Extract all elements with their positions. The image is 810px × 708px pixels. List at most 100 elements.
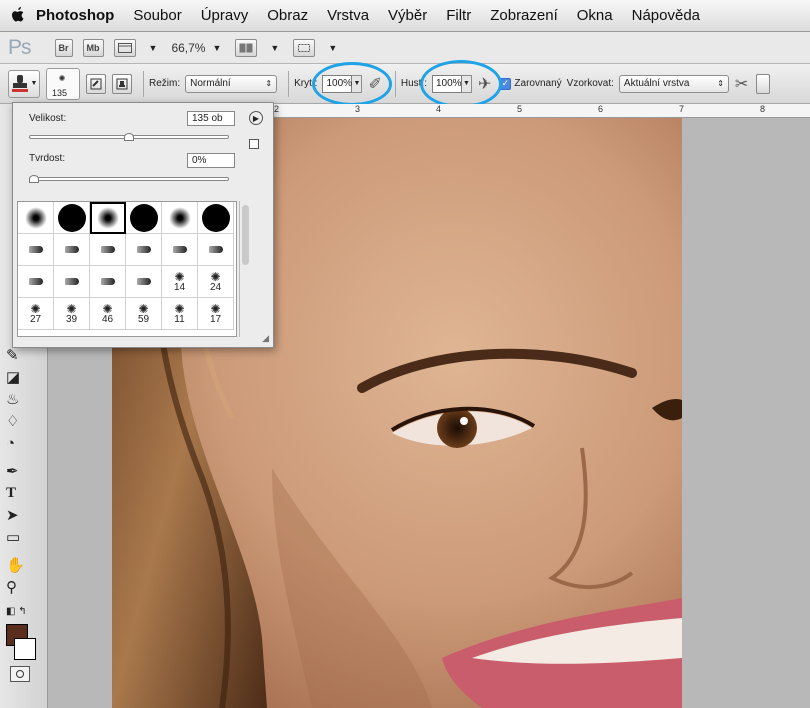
background-color-swatch[interactable] [14,638,36,660]
dodge-tool[interactable]: ◔ [6,432,40,454]
brush-preset-cell[interactable] [90,266,126,298]
bridge-button[interactable]: Br [54,38,73,57]
brush-preset-cell[interactable] [54,202,90,234]
tool-preset-picker[interactable]: ▼ [8,69,40,98]
default-colors-button[interactable]: ◧ ↰ [6,600,40,622]
brush-preset-cell[interactable] [198,202,234,234]
brush-preset-cell[interactable]: ✺ 24 [198,266,234,298]
paint-bucket-tool[interactable]: ♨ [6,388,40,410]
scatter-brush-icon: ✺ [174,301,185,316]
type-tool[interactable]: T [6,482,40,504]
toggle-clone-source-button[interactable] [112,73,132,94]
brush-preset-picker[interactable]: 135 [46,67,80,100]
scatter-brush-icon: ✺ [66,301,77,316]
menu-window[interactable]: Okna [577,7,613,24]
size-field[interactable]: 135 ob [187,111,235,126]
view-extras-icon [117,42,132,53]
ruler-tick: 8 [760,104,766,114]
size-label: Velikost: [29,113,67,124]
brush-preset-cell[interactable]: ✺ 27 [18,298,54,330]
brush-preset-cell[interactable] [54,266,90,298]
separator [143,70,144,97]
view-extras-button[interactable] [113,38,136,57]
eraser-tool[interactable]: ◪ [6,366,40,388]
chevron-down-icon[interactable]: ▼ [149,43,158,53]
arrange-chevron-icon[interactable]: ▼ [270,43,279,53]
brush-preset-cell[interactable] [18,266,54,298]
brush-preset-size: 59 [137,313,150,325]
zoom-tool[interactable]: ⚲ [6,576,40,598]
new-preset-icon[interactable] [249,139,259,149]
brush-preset-cell[interactable]: ✺ 17 [198,298,234,330]
brush-tip-icon [64,246,79,253]
menu-image[interactable]: Obraz [267,7,308,24]
pen-tool[interactable]: ✒ [6,460,40,482]
scrollbar-thumb[interactable] [242,205,249,265]
menu-layer[interactable]: Vrstva [327,7,369,24]
pressure-size-button[interactable] [756,73,771,94]
menu-view[interactable]: Zobrazení [490,7,558,24]
brush-preset-cell[interactable] [198,234,234,266]
separator [288,70,290,97]
sample-select[interactable]: Aktuální vrstva ⇕ [618,74,729,93]
brush-preset-cell[interactable] [90,202,126,234]
rectangle-tool[interactable]: ▭ [6,526,40,548]
ignore-adjustment-layers-icon[interactable]: ✂ [735,74,748,94]
hardness-field[interactable]: 0% [187,153,235,168]
brush-preset-cell[interactable]: ✺ 14 [162,266,198,298]
minibridge-button[interactable]: Mb [82,38,104,57]
preset-scrollbar[interactable] [239,201,251,337]
hard-brush-icon [129,203,158,232]
menu-file[interactable]: Soubor [133,7,181,24]
quick-mask-button[interactable] [10,666,30,682]
brush-tip-icon [208,246,223,253]
hand-tool[interactable]: ✋ [6,554,40,576]
menu-help[interactable]: Nápověda [632,7,700,24]
mode-select[interactable]: Normální ⇕ [185,74,278,93]
brush-preset-cell[interactable] [126,266,162,298]
brush-preset-cell[interactable] [162,234,198,266]
zoom-chevron-icon[interactable]: ▼ [212,43,221,53]
ruler-tick: 2 [274,104,280,114]
brush-preset-size: 27 [29,313,42,325]
brush-preset-cell[interactable] [18,234,54,266]
screen-mode-button[interactable] [293,38,316,57]
zoom-level[interactable]: 66,7% [171,41,205,55]
hand-icon: ✋ [6,557,25,574]
brush-tip-icon [28,246,43,253]
brush-preset-cell[interactable] [90,234,126,266]
toggle-brush-panel-button[interactable] [86,73,106,94]
brush-preset-cell[interactable] [18,202,54,234]
arrange-documents-button[interactable] [235,38,258,57]
aligned-label: Zarovnaný [514,78,562,89]
brush-preset-cell[interactable]: ✺ 59 [126,298,162,330]
brush-preset-size: 39 [65,313,78,325]
menu-filter[interactable]: Filtr [446,7,471,24]
sample-value: Aktuální vrstva [623,78,690,89]
hard-brush-icon [201,203,230,232]
brush-preset-cell[interactable] [162,202,198,234]
zoom-icon: ⚲ [6,579,17,596]
menu-select[interactable]: Výběr [388,7,427,24]
dodge-icon: ◔ [6,434,16,452]
rectangle-icon: ▭ [6,529,21,546]
blur-tool[interactable]: ♢ [6,410,40,432]
path-selection-tool[interactable]: ➤ [6,504,40,526]
brush-preset-cell[interactable]: ✺ 39 [54,298,90,330]
brush-preset-cell[interactable] [126,202,162,234]
hardness-slider[interactable] [29,177,229,181]
hardness-slider-thumb[interactable] [29,175,39,183]
brush-preset-cell[interactable] [126,234,162,266]
quick-mask-icon [16,670,24,678]
menu-photoshop[interactable]: Photoshop [36,7,114,24]
resize-grip-icon[interactable]: ◢ [262,333,269,344]
apple-icon[interactable] [10,6,26,24]
scatter-brush-icon: ✺ [138,301,149,316]
size-slider-thumb[interactable] [124,133,134,141]
panel-menu-icon[interactable]: ▶ [249,111,263,125]
screen-mode-chevron-icon[interactable]: ▼ [328,43,337,53]
brush-preset-cell[interactable] [54,234,90,266]
menu-edit[interactable]: Úpravy [201,7,249,24]
brush-preset-cell[interactable]: ✺ 46 [90,298,126,330]
brush-preset-cell[interactable]: ✺ 11 [162,298,198,330]
